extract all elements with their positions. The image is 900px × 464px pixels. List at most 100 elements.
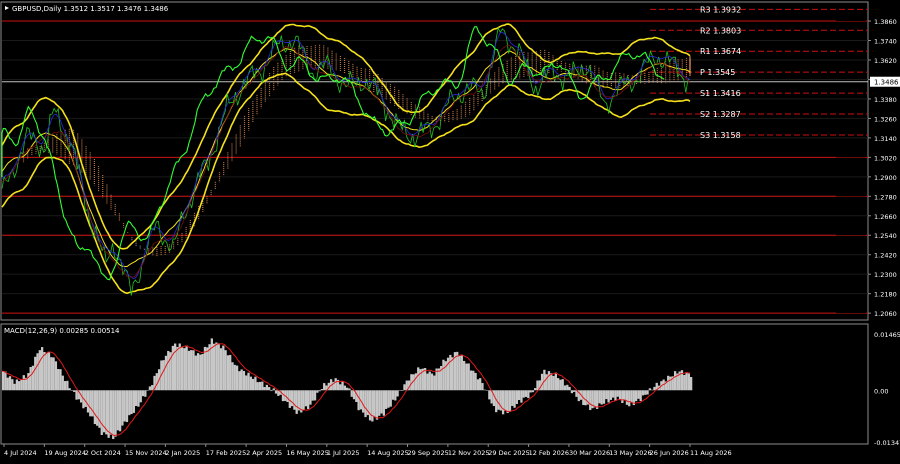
macd-bar: [11, 379, 14, 391]
macd-bar: [4, 371, 7, 391]
macd-bar: [118, 390, 122, 432]
macd-bar: [247, 372, 250, 391]
macd-bar: [616, 390, 619, 397]
macd-bar: [483, 389, 486, 391]
macd-bar: [612, 390, 615, 398]
current-price-tag: 1.3486: [870, 76, 900, 87]
macd-bar: [364, 390, 367, 418]
macd-bar: [378, 390, 381, 416]
time-tick-label: 12 Feb 2026: [529, 449, 569, 457]
macd-bar: [100, 390, 103, 435]
macd-bar: [609, 390, 613, 400]
macd-bar: [235, 365, 239, 391]
macd-bar: [203, 346, 207, 391]
macd-bar: [73, 390, 76, 392]
macd-bar: [628, 390, 631, 407]
macd-bar: [566, 384, 569, 391]
macd-bar: [265, 384, 269, 391]
macd-bar: [190, 350, 193, 391]
macd-bar: [508, 390, 512, 412]
macd-bar: [13, 383, 16, 391]
macd-tick-label: -0.01347: [874, 439, 900, 447]
macd-bar: [137, 390, 140, 407]
macd-bar: [254, 376, 257, 391]
macd-bar: [114, 390, 117, 437]
macd-bar: [391, 390, 395, 400]
macd-bar: [89, 390, 92, 417]
macd-bar: [164, 355, 168, 391]
macd-bar: [547, 371, 551, 391]
macd-bar: [573, 390, 576, 392]
macd-bar: [462, 360, 466, 391]
macd-bar: [224, 350, 227, 391]
macd-bar: [155, 373, 158, 391]
pivot-label-s2: S2 1.3287: [700, 110, 741, 119]
main-title: GBPUSD,Daily 1.3512 1.3517 1.3476 1.3486: [12, 5, 169, 13]
level-label-bg: [836, 228, 866, 236]
macd-tick-label: 0.00: [874, 387, 888, 395]
macd-bar: [343, 385, 346, 391]
macd-bar: [132, 390, 136, 413]
macd-bar: [238, 371, 241, 391]
macd-bar: [196, 353, 200, 391]
macd-bar: [398, 390, 402, 391]
macd-bar: [57, 369, 60, 391]
macd-bar: [414, 373, 418, 391]
price-tick-label: 1.3620: [874, 57, 897, 65]
macd-bar: [394, 390, 397, 401]
macd-bar: [600, 390, 603, 405]
macd-bar: [651, 389, 654, 391]
macd-bar: [112, 390, 115, 440]
macd-bar: [18, 381, 21, 391]
price-tick-label: 1.2300: [874, 271, 897, 279]
macd-bar: [605, 390, 608, 400]
macd-bar: [428, 371, 431, 391]
macd-bar: [240, 369, 243, 391]
macd-title: MACD(12,26,9) 0.00285 0.00514: [4, 327, 120, 335]
macd-bar: [371, 390, 374, 422]
macd-bar: [417, 367, 420, 391]
macd-bar: [38, 350, 41, 391]
macd-bar: [109, 390, 113, 435]
macd-bar: [210, 338, 213, 391]
level-label-bg: [836, 306, 866, 314]
macd-bar: [375, 390, 379, 420]
time-tick-label: 30 Mar 2026: [569, 449, 610, 457]
macd-bar: [442, 359, 445, 391]
macd-bar: [187, 350, 191, 391]
macd-bar: [552, 375, 555, 391]
macd-bar: [52, 357, 55, 391]
macd-bar: [249, 376, 252, 391]
macd-bar: [256, 382, 259, 391]
macd-bar: [36, 353, 39, 391]
macd-bar: [59, 369, 62, 391]
macd-bar: [479, 378, 482, 391]
macd-bar: [61, 375, 64, 391]
macd-bar: [513, 390, 516, 408]
macd-bar: [206, 347, 209, 391]
macd-bar: [648, 388, 652, 391]
macd-bar: [185, 345, 188, 391]
macd-bar: [623, 390, 626, 401]
macd-bar: [598, 390, 601, 404]
time-tick-label: 29 Dec 2025: [488, 449, 530, 457]
macd-bar: [563, 385, 567, 391]
macd-bar: [123, 390, 126, 422]
macd-bar: [63, 381, 67, 391]
macd-bar: [639, 390, 642, 402]
macd-bar: [268, 387, 271, 391]
macd-bar: [66, 380, 69, 391]
price-tick-label: 1.3380: [874, 96, 897, 104]
macd-bar: [396, 390, 399, 397]
macd-bar: [357, 390, 360, 411]
macd-bar: [222, 345, 225, 391]
macd-bar: [272, 388, 275, 391]
price-tick-label: 1.2420: [874, 252, 897, 260]
macd-bar: [217, 343, 220, 391]
macd-bar: [45, 352, 48, 391]
current-price-label: 1.3486: [874, 79, 899, 87]
macd-bar: [467, 363, 470, 391]
macd-bar: [148, 386, 152, 391]
macd-bar: [469, 370, 473, 391]
price-tick-label: 1.2540: [874, 232, 897, 240]
